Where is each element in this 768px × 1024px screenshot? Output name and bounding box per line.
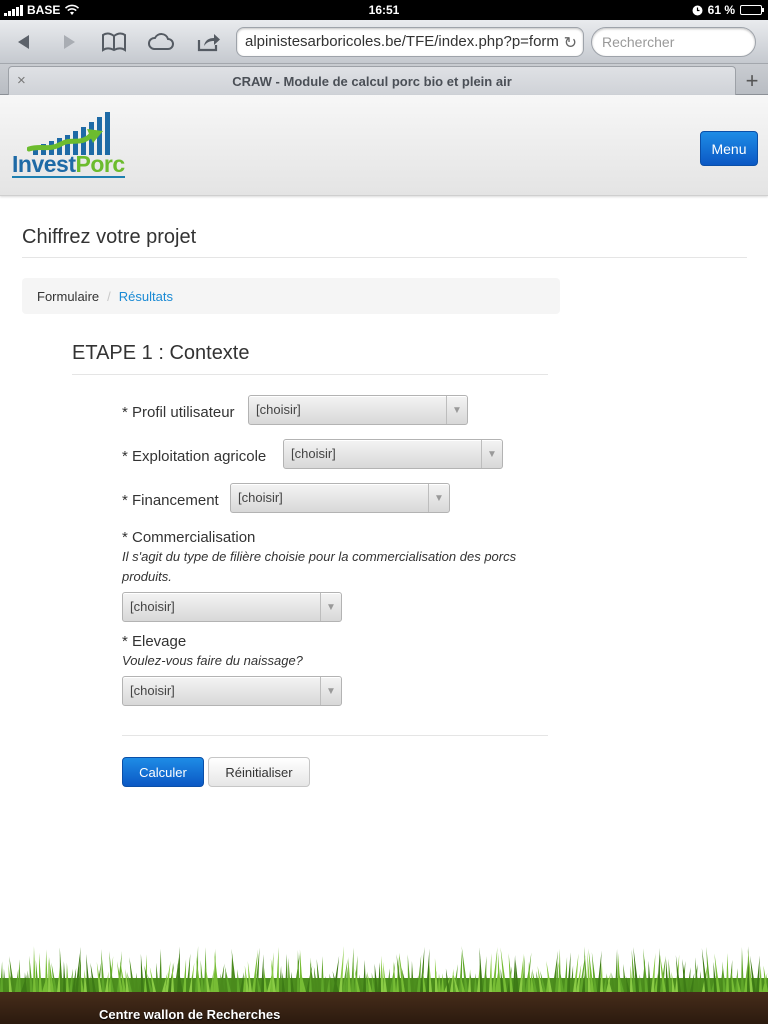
chevron-down-icon: ▼ bbox=[320, 677, 341, 705]
bookmarks-icon[interactable] bbox=[99, 28, 129, 56]
alarm-icon bbox=[692, 5, 703, 15]
financement-select[interactable]: [choisir] ▼ bbox=[230, 483, 450, 513]
icloud-icon[interactable] bbox=[146, 28, 176, 56]
financement-label: * Financement bbox=[122, 492, 219, 509]
status-bar: BASE 16:51 61 % bbox=[0, 0, 768, 20]
exploitation-agricole-label: * Exploitation agricole bbox=[122, 448, 267, 465]
menu-button[interactable]: Menu bbox=[700, 131, 758, 166]
elevage-hint: Voulez-vous faire du naissage? bbox=[122, 653, 303, 668]
breadcrumb-link-resultats[interactable]: Résultats bbox=[119, 289, 173, 304]
step-title: ETAPE 1 : Contexte bbox=[72, 342, 250, 364]
commercialisation-label: * Commercialisation bbox=[122, 529, 256, 546]
chevron-down-icon: ▼ bbox=[481, 440, 502, 468]
chevron-down-icon: ▼ bbox=[320, 593, 341, 621]
status-right: 61 % bbox=[692, 3, 764, 17]
investporc-logo[interactable]: InvestPorc bbox=[12, 111, 128, 179]
logo-text: InvestPorc bbox=[12, 151, 125, 178]
footer-grass-banner: Centre wallon de Recherches bbox=[0, 940, 768, 1024]
reload-icon[interactable]: ↻ bbox=[564, 33, 577, 53]
commercialisation-hint: Il s'agit du type de filière choisie pou… bbox=[122, 549, 517, 584]
reinitialiser-button[interactable]: Réinitialiser bbox=[208, 757, 310, 787]
address-bar[interactable]: alpinistesarboricoles.be/TFE/index.php?p… bbox=[236, 27, 584, 57]
profil-utilisateur-label: * Profil utilisateur bbox=[122, 404, 235, 421]
status-time: 16:51 bbox=[368, 3, 400, 17]
select-value: [choisir] bbox=[238, 490, 283, 505]
browser-tab[interactable]: × CRAW - Module de calcul porc bio et pl… bbox=[8, 66, 736, 95]
divider bbox=[122, 735, 548, 736]
site-header: InvestPorc Menu bbox=[0, 95, 768, 196]
forward-icon[interactable] bbox=[54, 28, 84, 56]
breadcrumb-current: Formulaire bbox=[37, 288, 100, 304]
divider bbox=[72, 374, 548, 375]
profil-utilisateur-select[interactable]: [choisir] ▼ bbox=[248, 395, 468, 425]
new-tab-icon[interactable]: + bbox=[739, 68, 765, 94]
divider bbox=[22, 257, 747, 258]
select-value: [choisir] bbox=[130, 683, 175, 698]
page-title: Chiffrez votre projet bbox=[22, 226, 197, 248]
calculer-button[interactable]: Calculer bbox=[122, 757, 204, 787]
exploitation-agricole-select[interactable]: [choisir] ▼ bbox=[283, 439, 503, 469]
browser-toolbar: alpinistesarboricoles.be/TFE/index.php?p… bbox=[0, 20, 768, 64]
search-field[interactable]: Rechercher bbox=[591, 27, 756, 57]
select-value: [choisir] bbox=[130, 599, 175, 614]
tab-strip: × CRAW - Module de calcul porc bio et pl… bbox=[0, 64, 768, 95]
chevron-down-icon: ▼ bbox=[446, 396, 467, 424]
elevage-select[interactable]: [choisir] ▼ bbox=[122, 676, 342, 706]
breadcrumb-separator: / bbox=[107, 288, 111, 304]
share-icon[interactable] bbox=[194, 28, 224, 56]
commercialisation-select[interactable]: [choisir] ▼ bbox=[122, 592, 342, 622]
elevage-label: * Elevage bbox=[122, 633, 187, 650]
select-value: [choisir] bbox=[291, 446, 336, 461]
tab-title: CRAW - Module de calcul porc bio et plei… bbox=[232, 74, 512, 89]
back-icon[interactable] bbox=[9, 28, 39, 56]
chevron-down-icon: ▼ bbox=[428, 484, 449, 512]
battery-icon bbox=[740, 5, 764, 15]
select-value: [choisir] bbox=[256, 402, 301, 417]
url-text: alpinistesarboricoles.be/TFE/index.php?p… bbox=[245, 33, 559, 50]
footer-text: Centre wallon de Recherches bbox=[99, 1007, 281, 1022]
breadcrumb: Formulaire / Résultats bbox=[22, 278, 560, 314]
battery-percent: 61 % bbox=[707, 3, 735, 17]
